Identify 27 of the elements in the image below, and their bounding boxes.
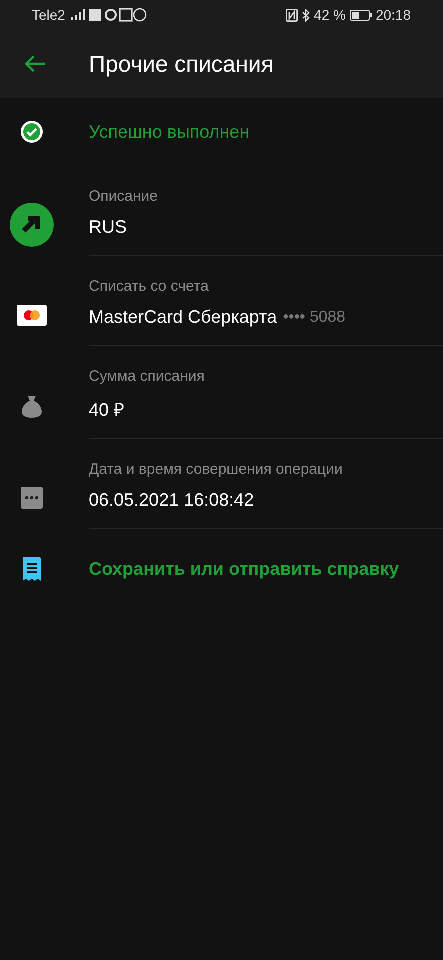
clock: 20:18 — [376, 7, 411, 23]
save-receipt-link[interactable]: Сохранить или отправить справку — [89, 558, 400, 580]
screen-title: Прочие списания — [89, 50, 274, 78]
bag-icon — [21, 394, 43, 418]
back-arrow-icon — [24, 55, 46, 73]
field-label: Сумма списания — [89, 368, 206, 385]
back-button[interactable] — [24, 55, 48, 73]
more-icon — [21, 487, 43, 509]
status-text: Успешно выполнен — [89, 122, 250, 142]
check-circle-icon — [20, 120, 44, 144]
field-label: Дата и время совершения операции — [89, 461, 344, 478]
field-value: 40 ₽ — [89, 399, 124, 421]
bluetooth-icon — [302, 8, 310, 22]
field-label: Списать со счета — [89, 278, 210, 295]
field-value: RUS — [89, 217, 128, 238]
battery-icon — [350, 10, 372, 20]
notification-icons-drawing — [89, 8, 148, 22]
field-value: 06.05.2021 16:08:42 — [89, 490, 254, 511]
card-icon — [17, 304, 47, 326]
carrier-name: Tele2 — [32, 7, 66, 23]
field-value: MasterCard Сберкарта — [89, 307, 278, 328]
nfc-icon — [286, 8, 298, 22]
signal-icon — [69, 9, 86, 21]
field-label: Описание — [89, 188, 160, 205]
battery-percent: 42 % — [314, 7, 346, 23]
card-number: •••• 5088 — [283, 308, 346, 326]
receipt-icon — [23, 557, 41, 581]
